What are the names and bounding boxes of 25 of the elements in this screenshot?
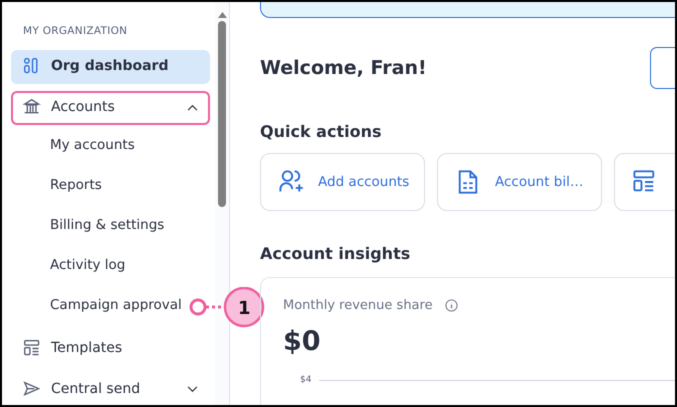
sidebar-label: Accounts	[51, 98, 115, 118]
sidebar-label: Templates	[51, 339, 122, 358]
quick-action-label: Account bil…	[495, 172, 584, 192]
sidebar-item[interactable]: Accounts	[11, 90, 210, 125]
submenu-item[interactable]: My accounts	[50, 134, 135, 155]
quick-action-card[interactable]: Add accounts	[260, 153, 425, 211]
submenu-item[interactable]: Activity log	[50, 254, 126, 275]
submenu-item[interactable]: Campaign approval	[50, 294, 182, 315]
welcome-heading: Welcome, Fran!	[260, 56, 427, 81]
sidebar-label: Org dashboard	[51, 57, 168, 76]
metric-value: $0	[283, 324, 322, 358]
section-heading: Account insights	[260, 243, 412, 265]
section-heading: Quick actions	[260, 121, 382, 143]
sidebar-label: Central send	[51, 380, 140, 400]
section-title: MY ORGANIZATION	[23, 24, 128, 39]
axis-tick-label: $4	[299, 374, 312, 387]
quick-action-label: Add accounts	[318, 172, 410, 192]
quick-action-card[interactable]: Account bil…	[437, 153, 602, 211]
submenu-item[interactable]: Reports	[50, 174, 102, 195]
callout-number: 1	[238, 297, 251, 321]
sidebar-item[interactable]: Central send	[11, 372, 210, 405]
sidebar-item[interactable]: Org dashboard	[11, 50, 210, 84]
card-title: Monthly revenue share	[283, 297, 433, 315]
submenu-item[interactable]: Billing & settings	[50, 214, 164, 235]
sidebar-item[interactable]: Templates	[11, 332, 210, 366]
